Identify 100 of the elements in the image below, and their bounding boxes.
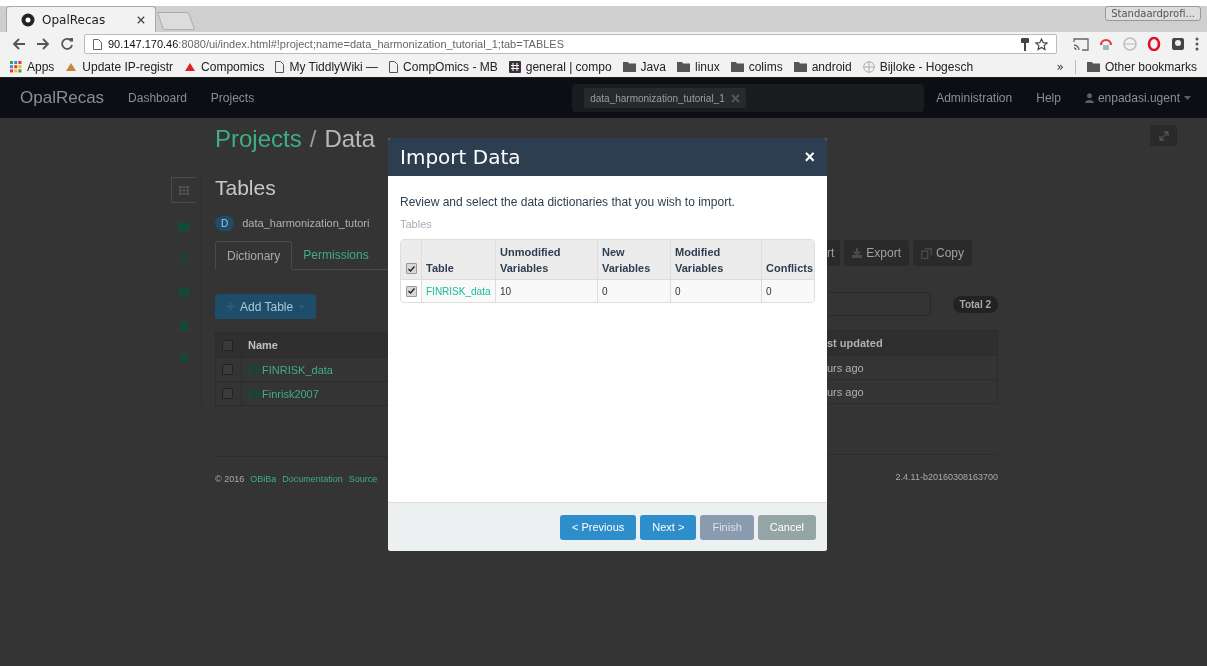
eye-icon xyxy=(21,12,35,27)
section-label: Tables xyxy=(400,218,433,230)
forward-icon[interactable] xyxy=(36,37,50,51)
column-header: Conflicts xyxy=(761,240,814,279)
menu-icon[interactable] xyxy=(1195,37,1199,51)
nav-link[interactable]: Dashboard xyxy=(128,91,187,105)
list-icon xyxy=(177,287,190,297)
dialog-title: Import Data xyxy=(400,145,521,169)
user-menu[interactable]: enpadasi.ugent xyxy=(1084,91,1191,105)
folder-icon xyxy=(793,61,807,72)
checkbox[interactable] xyxy=(405,263,417,274)
nav-link[interactable]: Projects xyxy=(210,91,255,105)
expand-icon xyxy=(1158,130,1169,141)
column-header: Unmodified Variables xyxy=(495,240,597,279)
address-field[interactable]: 90.147.170.46:8080/ui/index.html#!project;name=data_harmonization_tutorial_1;tab=TABLES xyxy=(84,34,1057,54)
toolbar-button[interactable]: rt xyxy=(827,240,841,266)
total-count-badge: Total 2 xyxy=(952,295,998,313)
footer-link[interactable]: OBiBa xyxy=(250,474,277,484)
folder-icon xyxy=(676,61,690,72)
new-tab-button[interactable] xyxy=(156,12,196,30)
copyright-text: © 2016 xyxy=(215,474,245,484)
nav-link[interactable]: Administration xyxy=(936,91,1013,105)
section-heading: Tables xyxy=(215,176,277,201)
folder-icon xyxy=(622,61,636,72)
column-header: Name xyxy=(241,333,278,357)
folder-icon xyxy=(1086,61,1100,72)
toolbar-button[interactable]: Copy xyxy=(913,240,973,266)
bookmark[interactable]: Update IP-registr xyxy=(65,59,174,74)
bookmark[interactable]: general | compo xyxy=(508,59,612,74)
extension-icon[interactable] xyxy=(1099,37,1113,51)
file-icon xyxy=(179,254,188,264)
table-cell: 10 xyxy=(495,280,597,302)
table-cell: 0 xyxy=(597,280,670,302)
dialog-button[interactable]: Next > xyxy=(640,514,697,540)
breadcrumb-link[interactable]: Projects xyxy=(215,125,302,153)
table-icon xyxy=(248,365,259,374)
gear-icon xyxy=(178,353,189,363)
tab[interactable]: Permissions xyxy=(292,241,380,269)
copy-icon xyxy=(921,247,933,259)
column-header: Table xyxy=(421,240,495,279)
bookmark[interactable]: Bijloke - Hogesch xyxy=(862,59,974,74)
back-icon[interactable] xyxy=(12,37,26,51)
column-header: New Variables xyxy=(597,240,670,279)
opera-icon[interactable] xyxy=(1147,37,1161,51)
brand-link[interactable]: OpalRecas xyxy=(20,88,105,108)
bookmark[interactable]: CompOmics - MB xyxy=(389,59,498,74)
fullscreen-button[interactable] xyxy=(1150,125,1177,146)
bookmark[interactable]: Java xyxy=(622,59,666,74)
column-header: Modified Variables xyxy=(670,240,761,279)
table-cell: urs ago xyxy=(827,385,864,398)
add-table-button[interactable]: Add Table xyxy=(215,294,317,319)
table-cell: 0 xyxy=(761,280,814,302)
bookmark[interactable]: colims xyxy=(730,59,783,74)
bookmark[interactable]: My TiddlyWiki — xyxy=(275,59,379,74)
hash-icon xyxy=(508,60,521,73)
table-link[interactable]: FINRISK_data xyxy=(241,358,333,381)
bookmark[interactable]: Apps xyxy=(10,59,55,74)
key-icon[interactable] xyxy=(1021,37,1029,51)
search-field[interactable]: data_harmonization_tutorial_1 xyxy=(572,84,925,112)
star-icon[interactable] xyxy=(1035,37,1048,51)
toolbar-button[interactable]: Export xyxy=(844,240,910,266)
cast-icon[interactable] xyxy=(1073,37,1089,51)
close-button[interactable]: × xyxy=(804,146,815,168)
table-icon xyxy=(248,389,259,398)
browser-tab[interactable]: OpalRecas xyxy=(6,6,156,32)
nav-link[interactable]: Help xyxy=(1036,91,1061,105)
table-cell: urs ago xyxy=(827,361,864,374)
table-cell: 0 xyxy=(670,280,761,302)
profile-button[interactable]: Standaardprofi... xyxy=(1105,6,1201,21)
breadcrumb-separator: / xyxy=(309,125,317,153)
column-header: st updated xyxy=(827,337,883,349)
bookmark-folder[interactable]: Other bookmarks xyxy=(1086,59,1197,74)
dialog-button[interactable]: < Previous xyxy=(560,514,637,540)
globe-icon xyxy=(862,60,875,73)
table-link[interactable]: Finrisk2007 xyxy=(241,382,319,405)
checkbox[interactable] xyxy=(405,285,417,297)
project-name: data_harmonization_tutori xyxy=(242,217,370,229)
user-icon xyxy=(1084,93,1094,103)
bookmark[interactable]: android xyxy=(793,59,852,74)
sidebar-item[interactable] xyxy=(171,177,196,203)
page-title: Data xyxy=(324,125,376,153)
footer-link[interactable]: Documentation xyxy=(282,474,343,484)
lock-icon xyxy=(179,320,188,330)
folder-icon xyxy=(178,221,189,231)
reload-icon[interactable] xyxy=(60,37,74,51)
page-icon xyxy=(93,38,102,50)
page-icon xyxy=(275,60,285,73)
footer-link[interactable]: Source xyxy=(348,474,378,484)
folder-icon xyxy=(730,61,744,72)
close-icon[interactable] xyxy=(137,15,145,24)
bookmark[interactable]: Compomics xyxy=(184,59,265,74)
checkbox[interactable] xyxy=(222,339,233,351)
project-badge: D xyxy=(215,215,235,231)
checkbox[interactable] xyxy=(222,388,233,399)
more-bookmarks-button[interactable]: » xyxy=(1056,59,1064,74)
filter-field[interactable] xyxy=(827,292,931,316)
checkbox[interactable] xyxy=(222,364,233,375)
bookmark[interactable]: linux xyxy=(676,59,720,74)
extension-icon[interactable] xyxy=(1171,37,1185,51)
tab[interactable]: Dictionary xyxy=(215,241,293,270)
